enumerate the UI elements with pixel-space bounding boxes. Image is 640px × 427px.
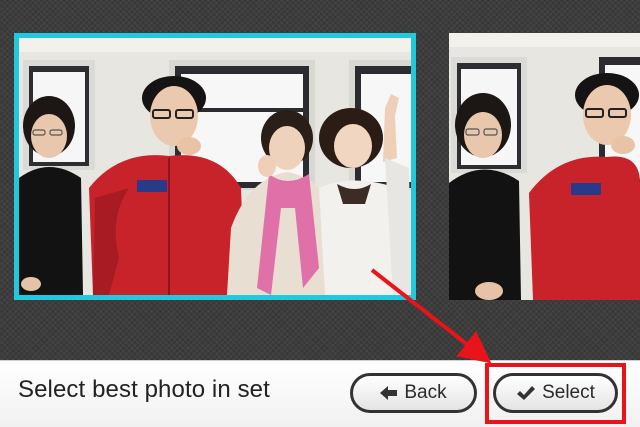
back-button[interactable]: Back <box>350 373 477 413</box>
photo-picker-screen: Select best photo in set Back Select <box>0 0 640 427</box>
selected-photo[interactable] <box>14 33 416 300</box>
checkmark-icon <box>516 385 536 401</box>
photo-strip[interactable] <box>0 0 640 360</box>
arrow-left-icon <box>380 386 398 400</box>
select-button[interactable]: Select <box>493 373 618 413</box>
next-group-photo-image <box>449 33 640 300</box>
back-button-label: Back <box>404 382 447 403</box>
select-button-label: Select <box>542 382 595 403</box>
group-photo-image <box>19 38 411 295</box>
bottom-toolbar: Select best photo in set Back Select <box>0 360 640 427</box>
prompt-text: Select best photo in set <box>18 376 270 403</box>
next-photo[interactable] <box>449 33 640 300</box>
